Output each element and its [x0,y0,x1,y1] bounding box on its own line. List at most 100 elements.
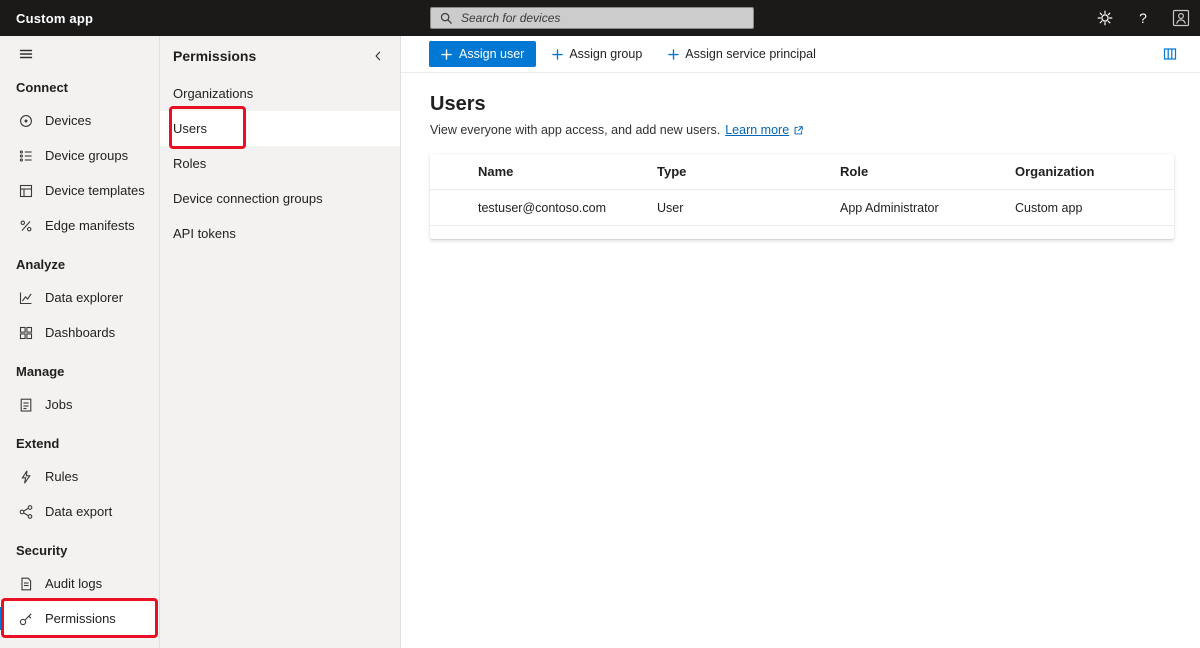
app-title: Custom app [16,10,94,26]
sidebar-item-label: Jobs [45,397,73,412]
panel-item-label: Device connection groups [173,191,323,206]
nav-section-analyze: Analyze [16,257,66,272]
sidebar-item-rules[interactable]: Rules [0,459,159,494]
panel-header: Permissions [160,36,400,76]
sidebar-item-dashboards[interactable]: Dashboards [0,315,159,350]
sidebar-item-audit-logs[interactable]: Audit logs [0,566,159,601]
cell-name: testuser@contoso.com [478,200,607,215]
users-page: Users View everyone with app access, and… [401,73,1200,239]
avatar[interactable] [1162,0,1200,36]
assign-service-principal-label: Assign service principal [685,47,816,61]
device-templates-icon [19,184,33,197]
dashboards-icon [19,326,33,339]
sidebar-item-label: Permissions [45,611,116,626]
cell-organization: Custom app [1015,200,1083,215]
columns-icon [1163,48,1177,60]
panel-item-organizations[interactable]: Organizations [160,76,400,111]
nav-section-extend: Extend [16,436,60,451]
assign-user-button[interactable]: Assign user [429,41,537,67]
panel-item-label: Users [173,121,207,136]
assign-user-label: Assign user [459,47,525,61]
sidebar-item-label: Device groups [45,148,129,163]
command-bar: Assign user Assign group Assign service … [401,36,1200,73]
devices-icon [20,114,32,127]
gear-icon [1097,10,1113,26]
panel-item-users[interactable]: Users [160,111,400,146]
assign-group-button[interactable]: Assign group [542,41,652,67]
search-input[interactable] [459,10,745,26]
sidebar-item-permissions[interactable]: Permissions [0,601,159,636]
page-subtitle: View everyone with app access, and add n… [430,123,1174,137]
sidebar-item-label: Data export [45,504,113,519]
person-icon [1172,9,1190,27]
data-export-icon [19,504,33,519]
topbar-actions: ? [1086,0,1200,36]
column-options-button[interactable] [1158,42,1182,66]
column-header-role[interactable]: Role [840,164,1015,179]
permissions-panel: Permissions Organizations Users Roles De… [160,36,401,648]
panel-collapse-button[interactable] [366,48,390,64]
assign-group-label: Assign group [569,47,643,61]
sidebar-item-label: Device templates [45,183,145,198]
sidebar-item-label: Dashboards [45,325,116,340]
nav-section-manage: Manage [16,364,65,379]
nav-collapse-button[interactable] [0,42,159,66]
sidebar-item-data-export[interactable]: Data export [0,494,159,529]
plus-icon [668,48,680,60]
table-row[interactable]: testuser@contoso.com User App Administra… [430,190,1174,226]
left-nav: Connect Devices Device groups Device tem… [0,36,160,648]
data-explorer-icon [19,292,32,304]
panel-title: Permissions [173,48,257,64]
app-window: Custom app ? Connect Devices Device grou… [0,0,1200,648]
device-groups-icon [19,149,32,162]
column-header-name[interactable]: Name [478,164,657,179]
sidebar-item-edge-manifests[interactable]: Edge manifests [0,208,159,243]
plus-icon [441,48,452,60]
table-footer [430,226,1174,239]
sidebar-item-device-templates[interactable]: Device templates [0,173,159,208]
panel-item-device-connection-groups[interactable]: Device connection groups [160,181,400,216]
main-content: Assign user Assign group Assign service … [401,36,1200,648]
panel-item-label: Roles [173,156,207,171]
sidebar-item-label: Edge manifests [45,218,135,233]
learn-more-link[interactable]: Learn more [725,123,804,137]
search-icon [440,12,452,24]
sidebar-item-devices[interactable]: Devices [0,103,159,138]
help-button[interactable]: ? [1124,0,1162,36]
external-link-icon [794,125,803,134]
search-box[interactable] [430,7,754,29]
panel-item-label: API tokens [173,226,236,241]
users-table: Name Type Role Organization testuser@con… [430,154,1174,239]
table-header-row: Name Type Role Organization [430,154,1174,190]
settings-button[interactable] [1086,0,1124,36]
hamburger-icon [19,49,33,59]
jobs-icon [20,398,32,412]
cell-type: User [657,200,684,215]
column-header-type[interactable]: Type [657,164,840,179]
nav-section-security: Security [16,543,68,558]
sidebar-item-label: Data explorer [45,290,124,305]
assign-service-principal-button[interactable]: Assign service principal [658,41,826,67]
sidebar-item-data-explorer[interactable]: Data explorer [0,280,159,315]
cell-role: App Administrator [840,200,939,215]
learn-more-label: Learn more [725,123,790,137]
sidebar-item-label: Rules [45,469,79,484]
page-title: Users [430,93,486,115]
panel-item-api-tokens[interactable]: API tokens [160,216,400,251]
plus-icon [552,48,564,60]
audit-logs-icon [21,577,32,590]
permissions-icon [19,612,32,625]
nav-section-connect: Connect [16,80,68,95]
panel-item-roles[interactable]: Roles [160,146,400,181]
topbar: Custom app ? [0,0,1200,36]
chevron-left-icon [375,51,381,61]
sidebar-item-jobs[interactable]: Jobs [0,387,159,422]
rules-icon [21,469,31,484]
sidebar-item-label: Audit logs [45,576,103,591]
sidebar-item-device-groups[interactable]: Device groups [0,138,159,173]
column-header-organization[interactable]: Organization [1015,164,1174,179]
sidebar-item-label: Devices [45,113,92,128]
panel-item-label: Organizations [173,86,254,101]
edge-manifests-icon [20,220,32,231]
subtitle-text: View everyone with app access, and add n… [430,123,721,137]
